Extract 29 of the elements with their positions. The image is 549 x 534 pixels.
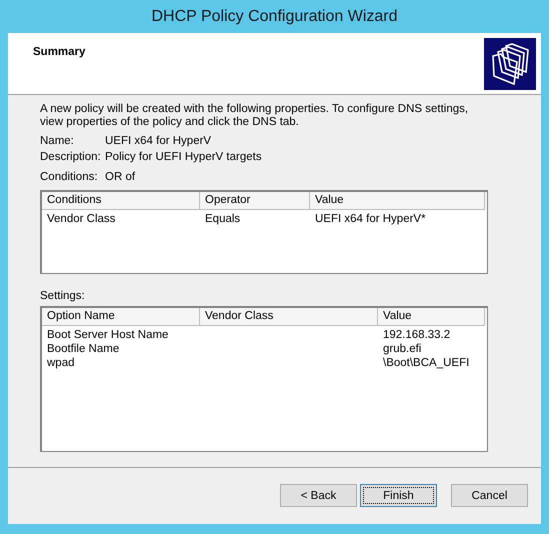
table-cell: Vendor Class: [47, 213, 116, 225]
settings-label: Settings:: [40, 290, 86, 302]
table-cell: Equals: [205, 213, 240, 225]
property-value: UEFI x64 for HyperV: [105, 134, 212, 148]
table-cell: wpad: [47, 357, 74, 369]
column-header[interactable]: Value: [378, 308, 485, 326]
table-cell: grub.efi: [383, 343, 422, 355]
window-title: DHCP Policy Configuration Wizard: [151, 8, 398, 26]
table-cell: UEFI x64 for HyperV*: [315, 213, 426, 225]
property-label: Description:: [40, 150, 102, 164]
table-cell: 192.168.33.2: [383, 329, 450, 341]
column-header[interactable]: Conditions: [42, 192, 200, 210]
property-label: Conditions:: [40, 170, 99, 184]
table-cell: Boot Server Host Name: [47, 329, 168, 341]
table-cell: \Boot\BCA_UEFI: [383, 357, 470, 369]
table-cell: Bootfile Name: [47, 343, 120, 355]
column-header[interactable]: Vendor Class: [200, 308, 378, 326]
dialog-button[interactable]: < Back: [280, 484, 357, 507]
property-value: Policy for UEFI HyperV targets: [105, 150, 262, 164]
column-header[interactable]: Operator: [200, 192, 310, 210]
property-label: Name:: [40, 134, 75, 148]
column-header[interactable]: Option Name: [42, 308, 200, 326]
dialog-button[interactable]: Finish: [360, 484, 437, 507]
dialog-button[interactable]: Cancel: [451, 484, 528, 507]
page-title: Summary: [33, 46, 86, 60]
folders-icon: [484, 38, 536, 90]
column-header[interactable]: Value: [310, 192, 485, 210]
intro-text: A new policy will be created with the following properties. To configure DNS settings, view properties of the policy and click the DNS tab.: [40, 103, 470, 129]
property-value: OR of: [105, 170, 136, 184]
